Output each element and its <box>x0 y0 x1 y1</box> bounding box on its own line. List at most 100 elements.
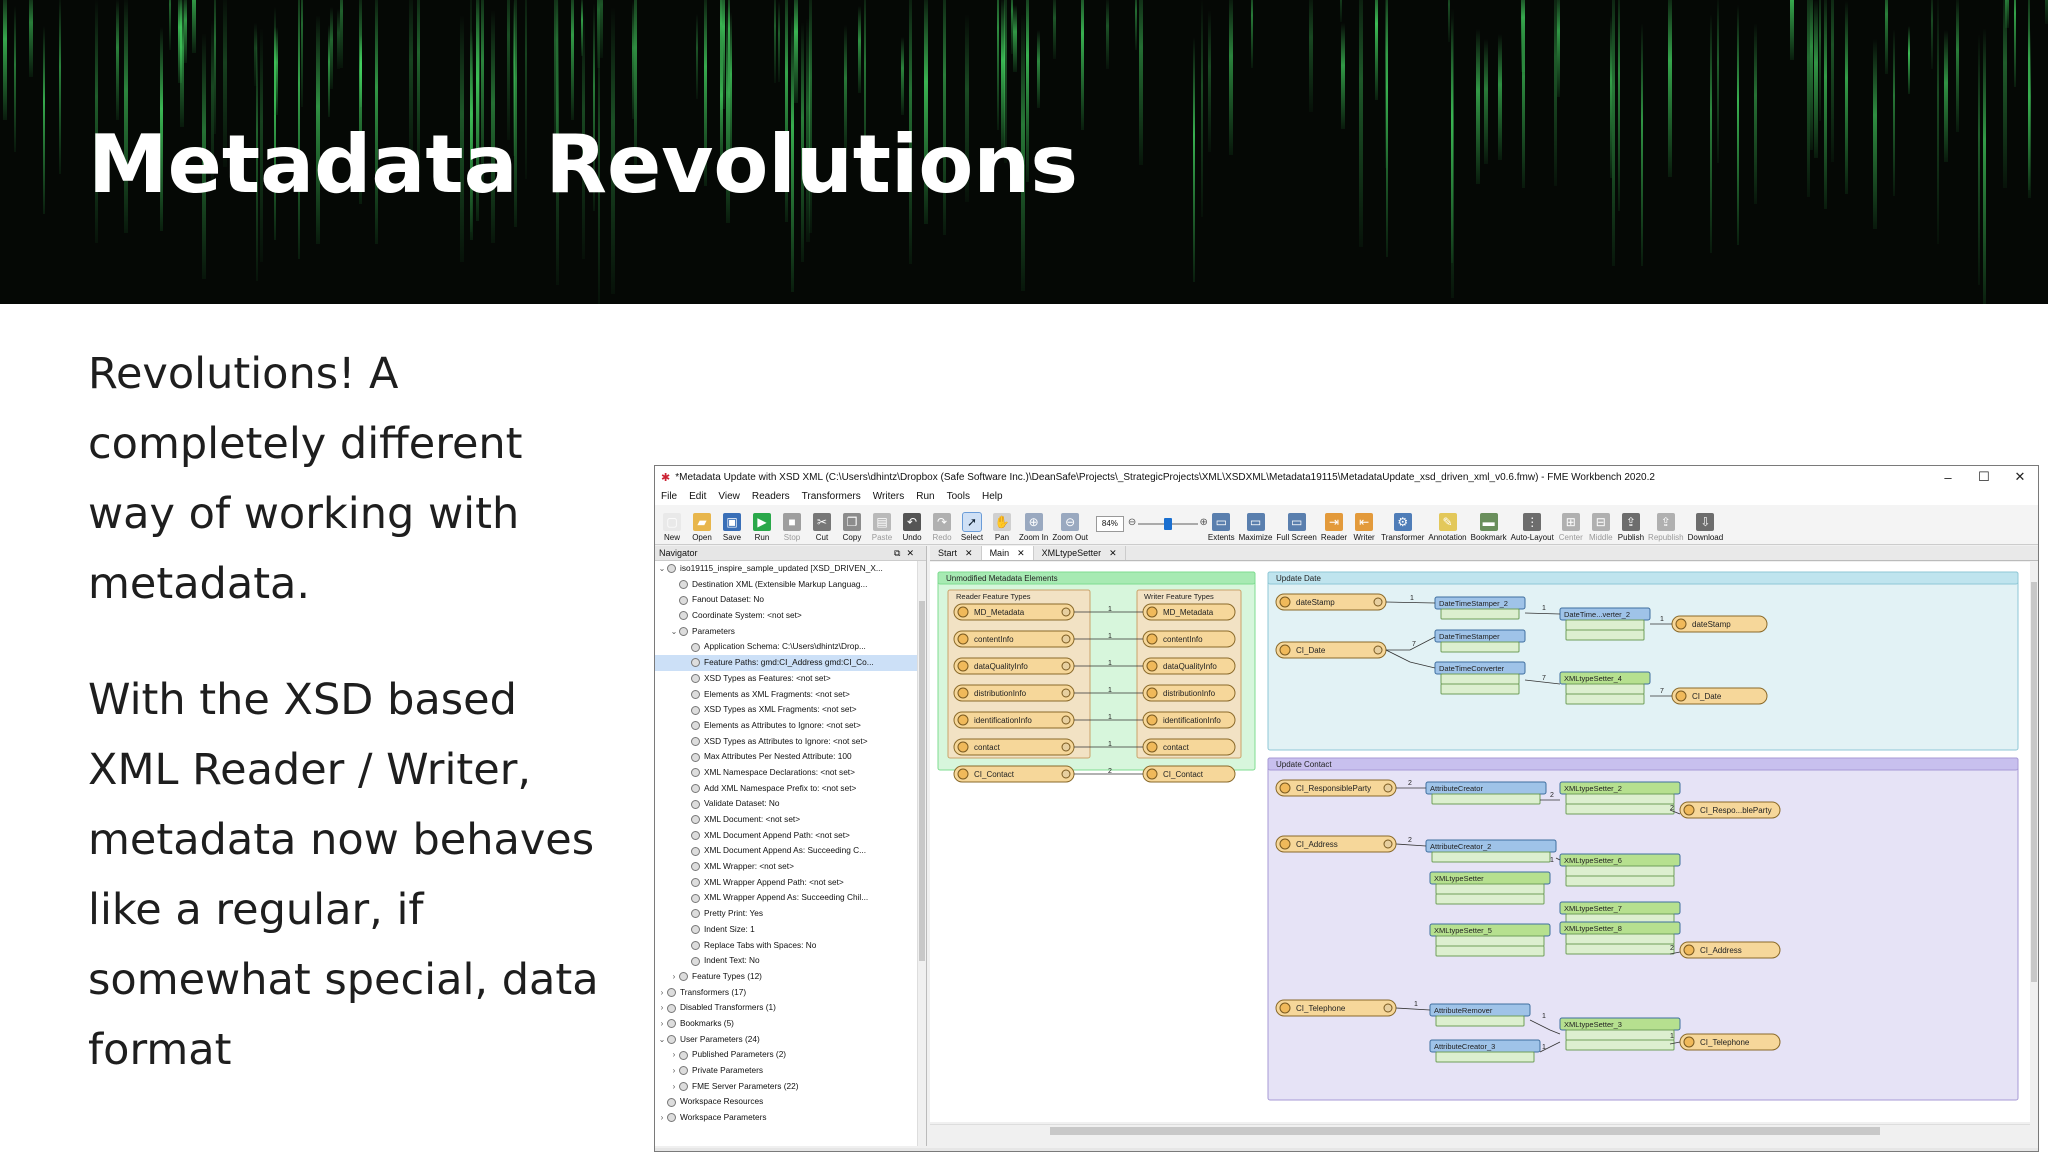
menu-help[interactable]: Help <box>982 491 1003 502</box>
annotation-button[interactable]: ✎ Annotation <box>1428 513 1467 542</box>
navigator-item[interactable]: › Bookmarks (5) <box>655 1016 926 1032</box>
expander-icon[interactable]: › <box>669 969 679 985</box>
canvas-hscroll-thumb[interactable] <box>1050 1127 1880 1135</box>
navigator-item[interactable]: XML Namespace Declarations: <not set> <box>655 765 926 781</box>
republish-button[interactable]: ⇪ Republish <box>1648 513 1684 542</box>
port-icon[interactable] <box>1383 783 1393 793</box>
undock-icon[interactable]: ⧉ <box>894 548 900 559</box>
canvas-vertical-scrollbar[interactable] <box>2030 562 2038 1122</box>
workspace-diagram[interactable]: Unmodified Metadata Elements Reader Featu… <box>930 562 2030 1122</box>
navigator-item[interactable]: XML Wrapper Append As: Succeeding Chil..… <box>655 890 926 906</box>
tab-main[interactable]: Main ✕ <box>981 546 1034 560</box>
navigator-scroll-thumb[interactable] <box>919 601 925 961</box>
navigator-item[interactable]: › Transformers (17) <box>655 985 926 1001</box>
navigator-item[interactable]: Validate Dataset: No <box>655 796 926 812</box>
save-button[interactable]: ▣ Save <box>719 513 745 542</box>
navigator-item[interactable]: › Disabled Transformers (1) <box>655 1000 926 1016</box>
download-button[interactable]: ⇩ Download <box>1688 513 1723 542</box>
zoom-thumb[interactable] <box>1163 518 1172 530</box>
navigator-item[interactable]: ⌄ iso19115_inspire_sample_updated [XSD_DR… <box>655 561 926 577</box>
writer-button[interactable]: ⇤ Writer <box>1351 513 1377 542</box>
navigator-item[interactable]: ⌄ Parameters <box>655 624 926 640</box>
minimize-button[interactable]: – <box>1930 470 1966 485</box>
navigator-item[interactable]: Coordinate System: <not set> <box>655 608 926 624</box>
workspace-canvas[interactable]: Unmodified Metadata Elements Reader Featu… <box>930 562 2030 1122</box>
port-icon[interactable] <box>1061 715 1071 725</box>
zoom-out-button[interactable]: ⊖ Zoom Out <box>1052 513 1088 542</box>
open-button[interactable]: ▰ Open <box>689 513 715 542</box>
new-button[interactable]: ▢ New <box>659 513 685 542</box>
navigator-item[interactable]: › Feature Types (12) <box>655 969 926 985</box>
reader-feature-type[interactable] <box>1275 641 1387 659</box>
menu-file[interactable]: File <box>661 491 677 502</box>
port-icon[interactable] <box>1061 661 1071 671</box>
port-icon[interactable] <box>1061 742 1071 752</box>
menu-writers[interactable]: Writers <box>873 491 904 502</box>
menu-transformers[interactable]: Transformers <box>802 491 861 502</box>
full-screen-button[interactable]: ▭ Full Screen <box>1276 513 1317 542</box>
auto-layout-button[interactable]: ⋮ Auto-Layout <box>1511 513 1554 542</box>
port-icon[interactable] <box>1061 688 1071 698</box>
expander-icon[interactable]: › <box>669 1079 679 1095</box>
navigator-item[interactable]: Max Attributes Per Nested Attribute: 100 <box>655 749 926 765</box>
redo-button[interactable]: ↷ Redo <box>929 513 955 542</box>
expander-icon[interactable]: › <box>657 1016 667 1032</box>
undo-button[interactable]: ↶ Undo <box>899 513 925 542</box>
reader-button[interactable]: ⇥ Reader <box>1321 513 1347 542</box>
stop-button[interactable]: ■ Stop <box>779 513 805 542</box>
navigator-item[interactable]: Add XML Namespace Prefix to: <not set> <box>655 781 926 797</box>
menu-view[interactable]: View <box>718 491 740 502</box>
menu-edit[interactable]: Edit <box>689 491 706 502</box>
navigator-item[interactable]: Fanout Dataset: No <box>655 592 926 608</box>
expander-icon[interactable]: › <box>669 1047 679 1063</box>
zoom-minus-icon[interactable]: ⊖ <box>1128 517 1136 528</box>
transformer-button[interactable]: ⚙ Transformer <box>1381 513 1424 542</box>
port-icon[interactable] <box>1061 634 1071 644</box>
close-button[interactable]: ✕ <box>2002 469 2038 485</box>
navigator-item[interactable]: Pretty Print: Yes <box>655 906 926 922</box>
navigator-item[interactable]: XML Wrapper Append Path: <not set> <box>655 875 926 891</box>
zoom-slider[interactable]: ⊖ ⊕ <box>1128 516 1208 532</box>
navigator-item[interactable]: Replace Tabs with Spaces: No <box>655 938 926 954</box>
navigator-item[interactable]: XML Document Append Path: <not set> <box>655 828 926 844</box>
pan-button[interactable]: ✋ Pan <box>989 513 1015 542</box>
navigator-item[interactable]: XML Document: <not set> <box>655 812 926 828</box>
canvas-horizontal-scrollbar[interactable] <box>930 1124 2030 1136</box>
navigator-item[interactable]: Elements as Attributes to Ignore: <not s… <box>655 718 926 734</box>
navigator-close-icon[interactable]: ✕ <box>906 548 914 559</box>
paste-button[interactable]: ▤ Paste <box>869 513 895 542</box>
middle-button[interactable]: ⊟ Middle <box>1588 513 1614 542</box>
navigator-item[interactable]: ⌄ User Parameters (24) <box>655 1032 926 1048</box>
navigator-item[interactable]: Application Schema: C:\Users\dhintz\Drop… <box>655 639 926 655</box>
navigator-item[interactable]: Indent Text: No <box>655 953 926 969</box>
tab-close-icon[interactable]: ✕ <box>1109 548 1117 558</box>
expander-icon[interactable]: ⌄ <box>657 561 667 577</box>
maximize-button[interactable]: ☐ <box>1966 469 2002 485</box>
navigator-item[interactable]: XML Wrapper: <not set> <box>655 859 926 875</box>
port-icon[interactable] <box>1383 839 1393 849</box>
navigator-item[interactable]: › Workspace Parameters <box>655 1110 926 1126</box>
reader-feature-type[interactable] <box>953 738 1075 756</box>
port-icon[interactable] <box>1373 645 1383 655</box>
navigator-item[interactable]: Indent Size: 1 <box>655 922 926 938</box>
expander-icon[interactable]: ⌄ <box>669 624 679 640</box>
navigator-item[interactable]: Destination XML (Extensible Markup Langu… <box>655 577 926 593</box>
zoom-plus-icon[interactable]: ⊕ <box>1200 517 1208 528</box>
bookmark-button[interactable]: ▬ Bookmark <box>1471 513 1507 542</box>
zoom-level-field[interactable]: 84% <box>1095 516 1124 532</box>
center-button[interactable]: ⊞ Center <box>1558 513 1584 542</box>
canvas-vscroll-thumb[interactable] <box>2031 582 2037 982</box>
copy-button[interactable]: ❐ Copy <box>839 513 865 542</box>
navigator-item[interactable]: › Private Parameters <box>655 1063 926 1079</box>
menu-readers[interactable]: Readers <box>752 491 790 502</box>
tab-close-icon[interactable]: ✕ <box>965 548 973 558</box>
expander-icon[interactable]: › <box>657 1000 667 1016</box>
navigator-item[interactable]: XSD Types as XML Fragments: <not set> <box>655 702 926 718</box>
tab-start[interactable]: Start ✕ <box>930 546 982 560</box>
navigator-item[interactable]: Elements as XML Fragments: <not set> <box>655 687 926 703</box>
navigator-scrollbar[interactable] <box>917 561 926 1146</box>
reader-feature-type[interactable] <box>953 630 1075 648</box>
publish-button[interactable]: ⇪ Publish <box>1618 513 1644 542</box>
port-icon[interactable] <box>1383 1003 1393 1013</box>
tab-xmltypesetter[interactable]: XMLtypeSetter ✕ <box>1034 546 1126 560</box>
